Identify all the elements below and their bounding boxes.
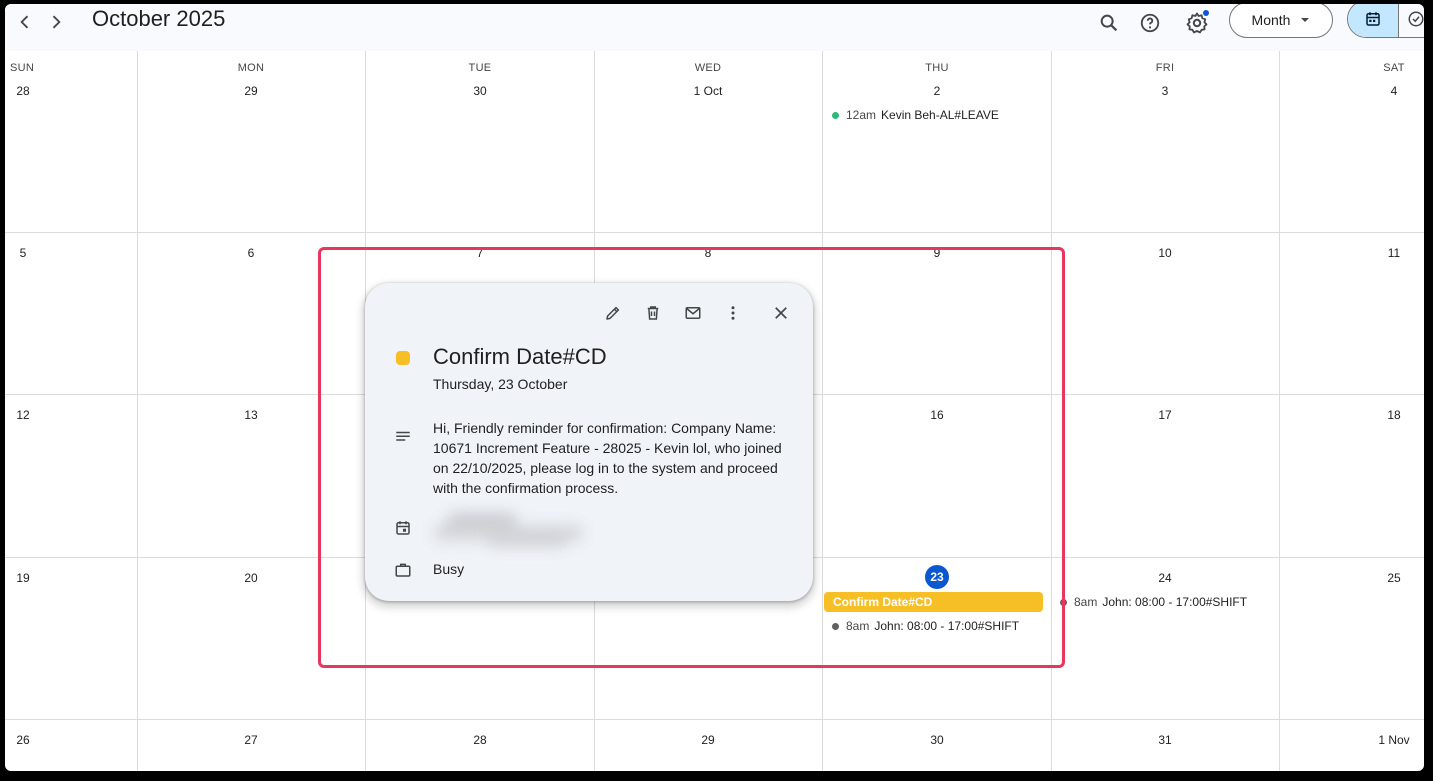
event-color-dot <box>832 622 839 630</box>
email-guests-button[interactable] <box>679 299 707 327</box>
current-month-title: October 2025 <box>92 6 226 31</box>
more-options-icon <box>731 306 735 320</box>
day-number[interactable]: 13 <box>244 408 257 422</box>
day-number[interactable]: 26 <box>16 733 29 747</box>
next-month-button[interactable] <box>44 10 68 34</box>
event-time: 8am <box>846 619 870 633</box>
day-number[interactable]: 8 <box>705 246 712 260</box>
event-availability: Busy <box>433 561 465 577</box>
view-toggle <box>1347 4 1424 38</box>
event-shift-thursday[interactable]: 8am John: 08:00 - 17:00#SHIFT <box>832 619 1019 633</box>
event-color-swatch <box>396 351 410 365</box>
edit-icon <box>606 306 620 320</box>
day-number[interactable]: 30 <box>473 84 486 98</box>
day-number[interactable]: 7 <box>477 246 484 260</box>
edit-event-button[interactable] <box>599 299 627 327</box>
day-number[interactable]: 12 <box>16 408 29 422</box>
event-time: 12am <box>846 108 877 122</box>
tasks-view-button[interactable] <box>1399 4 1424 37</box>
today-day-number[interactable]: 23 <box>925 565 949 589</box>
day-number[interactable]: 6 <box>248 246 255 260</box>
help-icon <box>1140 13 1160 33</box>
day-number[interactable]: 28 <box>16 84 29 98</box>
calendar-icon <box>1366 12 1380 26</box>
event-title: Confirm Date#CD <box>433 344 607 369</box>
day-number[interactable]: 28 <box>473 733 486 747</box>
briefcase-icon <box>393 560 413 580</box>
view-select-label: Month <box>1251 12 1291 28</box>
day-number[interactable]: 18 <box>1387 408 1400 422</box>
day-number[interactable]: 3 <box>1162 84 1169 98</box>
chevron-right-icon <box>52 15 61 29</box>
view-select-button[interactable]: Month <box>1229 4 1333 38</box>
day-number[interactable]: 4 <box>1391 84 1398 98</box>
weekday-sun: SUN <box>9 62 35 74</box>
close-popup-button[interactable] <box>767 299 795 327</box>
day-number[interactable]: 27 <box>244 733 257 747</box>
top-bar: October 2025 Month <box>5 4 1424 51</box>
event-color-dot <box>1060 598 1067 606</box>
delete-event-button[interactable] <box>639 299 667 327</box>
settings-button[interactable] <box>1182 8 1212 38</box>
redacted-calendar-name <box>427 505 615 553</box>
day-number[interactable]: 1 Oct <box>694 84 723 98</box>
event-details-popup: Confirm Date#CD Thursday, 23 October Hi,… <box>365 283 813 601</box>
day-number[interactable]: 30 <box>930 733 943 747</box>
event-time: 8am <box>1074 595 1098 609</box>
day-number[interactable]: 20 <box>244 571 257 585</box>
weekday-tue: TUE <box>468 62 492 74</box>
calendar-window: October 2025 Month SUN MON TUE WED THU F… <box>5 4 1424 771</box>
day-number[interactable]: 24 <box>1158 571 1171 585</box>
description-icon <box>393 427 413 447</box>
check-circle-icon <box>1408 11 1424 27</box>
weekday-sat: SAT <box>1383 62 1405 74</box>
day-number[interactable]: 19 <box>16 571 29 585</box>
event-color-dot <box>832 111 839 119</box>
event-date: Thursday, 23 October <box>433 376 568 392</box>
event-title: Kevin Beh-AL#LEAVE <box>881 108 999 122</box>
day-number[interactable]: 5 <box>20 246 27 260</box>
day-number[interactable]: 1 Nov <box>1378 733 1409 747</box>
email-icon <box>685 307 701 319</box>
day-number[interactable]: 17 <box>1158 408 1171 422</box>
event-title: John: 08:00 - 17:00#SHIFT <box>874 619 1020 633</box>
notification-dot <box>1203 10 1209 16</box>
day-number[interactable]: 16 <box>930 408 943 422</box>
calendar-owner-icon <box>393 518 413 538</box>
search-icon <box>1100 14 1118 32</box>
weekday-thu: THU <box>925 62 949 74</box>
event-title: John: 08:00 - 17:00#SHIFT <box>1102 595 1248 609</box>
close-icon <box>775 307 787 319</box>
event-leave[interactable]: 12am Kevin Beh-AL#LEAVE <box>832 108 999 122</box>
dropdown-arrow-icon <box>1301 18 1310 22</box>
weekday-wed: WED <box>694 62 722 74</box>
day-number[interactable]: 31 <box>1158 733 1171 747</box>
help-button[interactable] <box>1135 8 1165 38</box>
day-number[interactable]: 25 <box>1387 571 1400 585</box>
day-number[interactable]: 29 <box>701 733 714 747</box>
day-number[interactable]: 29 <box>244 84 257 98</box>
day-number[interactable]: 10 <box>1158 246 1171 260</box>
weekday-mon: MON <box>237 62 265 74</box>
event-description: Hi, Friendly reminder for confirmation: … <box>433 420 782 496</box>
previous-month-button[interactable] <box>13 10 37 34</box>
search-button[interactable] <box>1094 8 1124 38</box>
calendar-view-button[interactable] <box>1348 4 1400 37</box>
day-number[interactable]: 2 <box>934 84 941 98</box>
day-number[interactable]: 9 <box>934 246 941 260</box>
delete-icon <box>647 306 659 320</box>
chevron-left-icon <box>20 15 29 29</box>
event-confirm-date[interactable]: Confirm Date#CD <box>824 592 1043 612</box>
more-options-button[interactable] <box>719 299 747 327</box>
weekday-fri: FRI <box>1155 62 1175 74</box>
day-number[interactable]: 11 <box>1388 246 1400 260</box>
event-shift-friday[interactable]: 8am John: 08:00 - 17:00#SHIFT <box>1060 595 1247 609</box>
